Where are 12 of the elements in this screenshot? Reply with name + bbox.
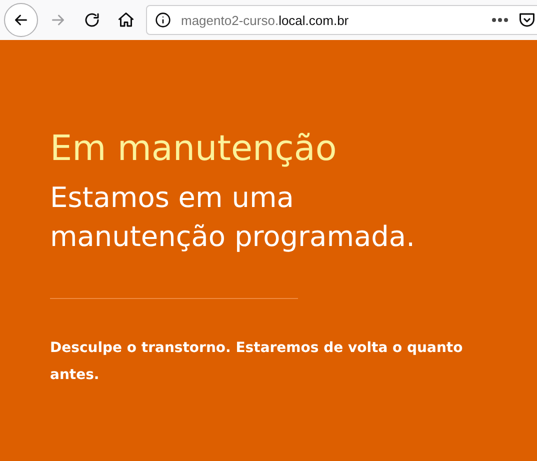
pocket-icon[interactable]: [518, 11, 536, 29]
page-title: Em manutenção: [50, 128, 338, 171]
url-domain: local.com.br: [278, 12, 349, 28]
more-icon[interactable]: [492, 18, 508, 22]
info-icon: [155, 12, 171, 28]
address-bar[interactable]: magento2-curso.local.com.br: [146, 5, 537, 35]
url-subdomain: magento2-curso.: [181, 12, 279, 28]
reload-icon: [83, 11, 101, 29]
maintenance-message: Desculpe o transtorno. Estaremos de volta o quanto antes.: [50, 339, 464, 385]
back-button[interactable]: [4, 3, 38, 37]
home-icon: [117, 11, 135, 29]
page-subtitle: Estamos em uma manutenção programada.: [50, 180, 416, 255]
